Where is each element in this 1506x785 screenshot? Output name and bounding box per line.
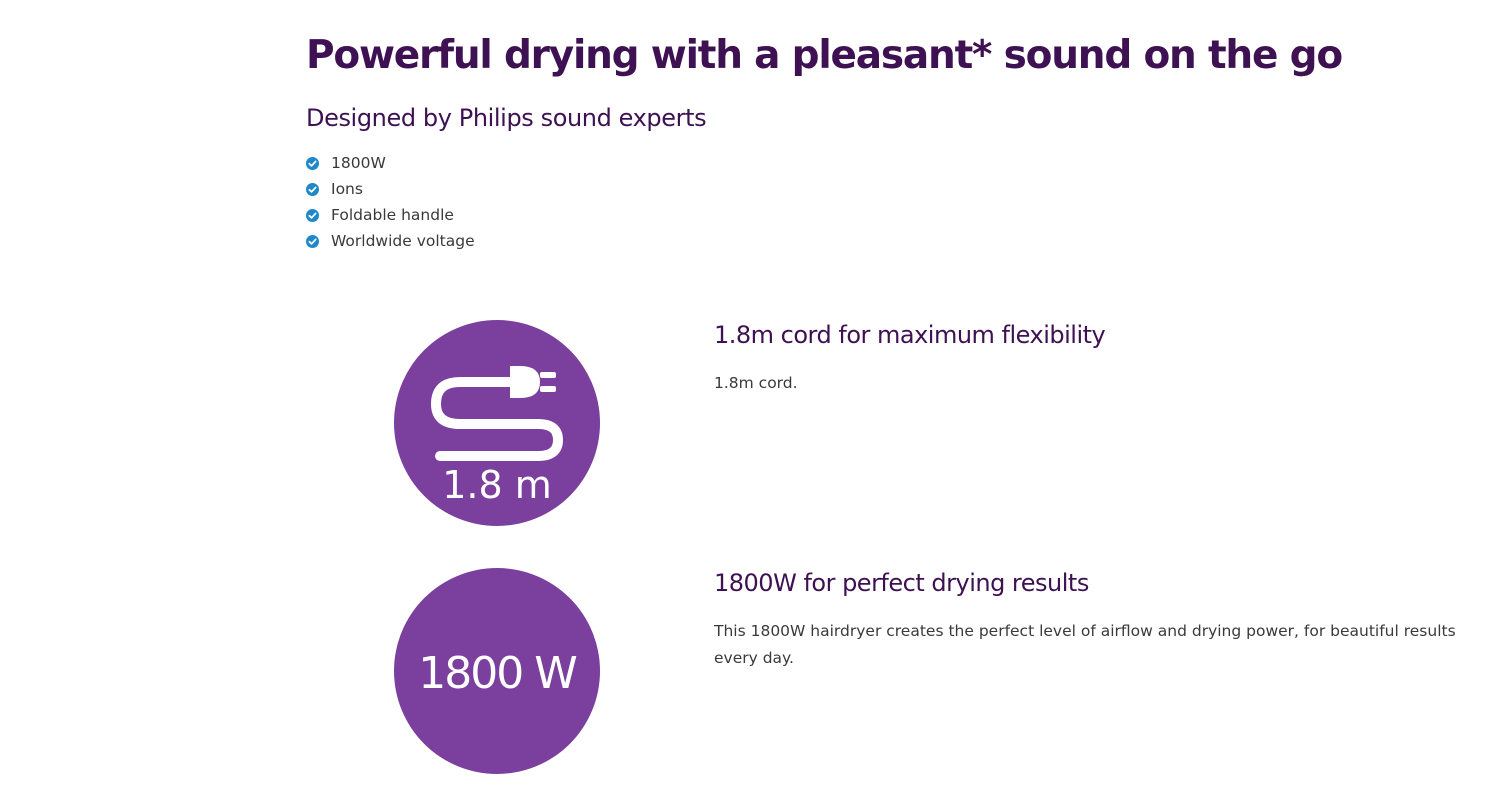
feature-item: 1800W — [306, 150, 475, 176]
feature-item: Foldable handle — [306, 202, 475, 228]
benefit-title: 1.8m cord for maximum flexibility — [714, 321, 1106, 349]
cord-plug-icon: 1.8 m — [394, 320, 600, 526]
feature-label: 1800W — [331, 154, 386, 172]
power-wattage-icon: 1800 W — [394, 568, 600, 774]
feature-label: Ions — [331, 180, 363, 198]
feature-label: Worldwide voltage — [331, 232, 475, 250]
cord-length-text: 1.8 m — [442, 463, 552, 507]
wattage-text: 1800 W — [418, 648, 577, 699]
check-circle-icon — [306, 234, 319, 248]
benefit-title: 1800W for perfect drying results — [714, 569, 1089, 597]
feature-item: Ions — [306, 176, 475, 202]
feature-label: Foldable handle — [331, 206, 454, 224]
feature-item: Worldwide voltage — [306, 228, 475, 254]
page-headline: Powerful drying with a pleasant* sound o… — [306, 33, 1343, 78]
feature-checklist: 1800W Ions Foldable handle Worldwide vol… — [306, 150, 475, 254]
check-circle-icon — [306, 156, 319, 170]
benefit-description: 1.8m cord. — [714, 374, 798, 392]
check-circle-icon — [306, 208, 319, 222]
benefit-description: This 1800W hairdryer creates the perfect… — [714, 622, 1456, 667]
page-subheadline: Designed by Philips sound experts — [306, 104, 707, 132]
check-circle-icon — [306, 182, 319, 196]
